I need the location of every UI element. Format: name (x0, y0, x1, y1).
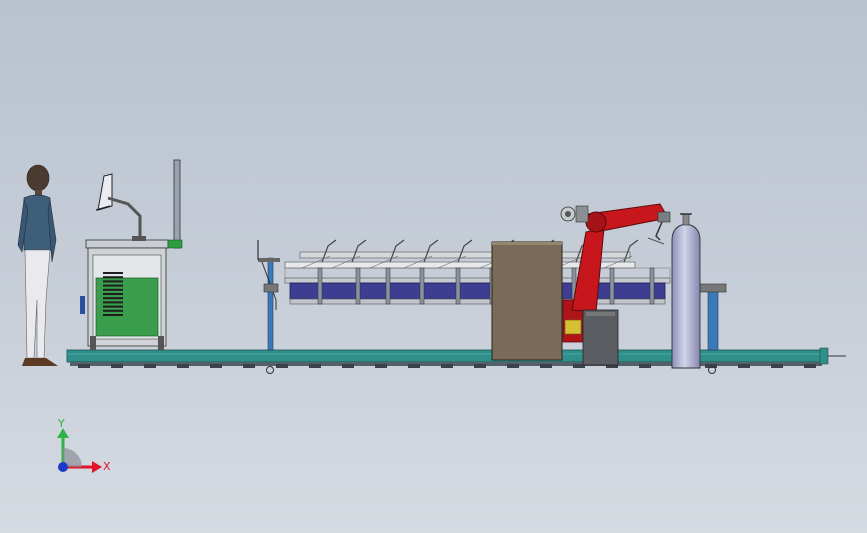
hmi-monitor-arm (95, 173, 146, 241)
rail-foot (276, 364, 288, 368)
base-rail (66, 347, 846, 366)
y-axis-label: Y (57, 417, 65, 430)
gas-cylinder (671, 213, 701, 369)
rail-foot (408, 364, 420, 368)
rail-foot (639, 364, 651, 368)
x-axis-label: X (103, 460, 111, 473)
vent-slot (103, 305, 123, 308)
rail-foot (474, 364, 486, 368)
z-axis-dot (58, 462, 68, 472)
rail-foot (540, 364, 552, 368)
vent-slot (103, 288, 123, 291)
rail-foot (144, 364, 156, 368)
rail-foot (375, 364, 387, 368)
control-cabinet (80, 159, 183, 350)
x-axis-arrow (92, 461, 102, 473)
rail-foot (309, 364, 321, 368)
welding-fixture (284, 239, 671, 305)
vent-slot (103, 280, 123, 283)
operator-figure (17, 164, 58, 366)
rail-feet (78, 364, 816, 368)
robot-controller (582, 309, 619, 366)
rail-foot (804, 364, 816, 368)
cover-box (491, 241, 563, 361)
rail-foot (177, 364, 189, 368)
rail-foot (441, 364, 453, 368)
fixture-post (455, 267, 461, 305)
rail-foot (705, 364, 717, 368)
vent-slot (103, 297, 123, 300)
fixture-post (609, 267, 615, 305)
vent-slot (103, 276, 123, 279)
fixture-post (317, 267, 323, 305)
vent-slot (103, 309, 123, 312)
vent-slot (103, 301, 123, 304)
coordinate-triad: Y X (57, 417, 111, 473)
vent-slot (103, 284, 123, 287)
vent-slot (103, 293, 123, 295)
vent-slot (103, 272, 123, 274)
rail-foot (111, 364, 123, 368)
rail-foot (243, 364, 255, 368)
fixture-post (649, 267, 655, 305)
rail-foot (210, 364, 222, 368)
rail-foot (78, 364, 90, 368)
rail-foot (771, 364, 783, 368)
conveyor-beam (289, 282, 666, 300)
fixture-post (385, 267, 391, 305)
welding-cell-drawing: Y X (17, 159, 846, 473)
vent-slot (103, 314, 123, 316)
cad-viewport[interactable]: Y X (0, 0, 867, 533)
rail-foot (507, 364, 519, 368)
fixture-post (355, 267, 361, 305)
fixture-post (419, 267, 425, 305)
rail-foot (738, 364, 750, 368)
rail-foot (342, 364, 354, 368)
